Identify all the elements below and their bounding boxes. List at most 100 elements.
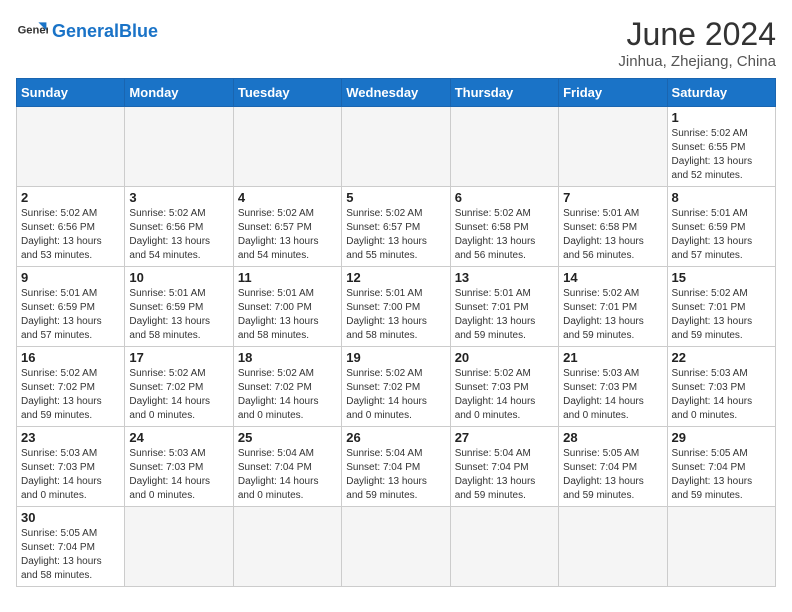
day-cell: 5Sunrise: 5:02 AM Sunset: 6:57 PM Daylig… (342, 187, 450, 267)
day-cell (667, 507, 775, 587)
day-number: 7 (563, 190, 662, 205)
day-cell: 12 Sunrise: 5:01 AM Sunset: 7:00 PM Dayli… (342, 267, 450, 347)
day-cell: 8 Sunrise: 5:01 AM Sunset: 6:59 PM Daylig… (667, 187, 775, 267)
day-number: 1 (672, 110, 771, 125)
week-row-6: 30 Sunrise: 5:05 AM Sunset: 7:04 PM Dayli… (17, 507, 776, 587)
day-cell: 1 Sunrise: 5:02 AM Sunset: 6:55 PM Daylig… (667, 107, 775, 187)
day-number: 3 (129, 190, 228, 205)
day-info: Sunrise: 5:04 AM Sunset: 7:04 PM Dayligh… (455, 447, 554, 503)
day-info: Sunrise: 5:01 AM Sunset: 7:00 PM Dayligh… (346, 287, 445, 343)
day-number: 8 (672, 190, 771, 205)
weekday-header-saturday: Saturday (667, 79, 775, 107)
weekday-header-wednesday: Wednesday (342, 79, 450, 107)
day-number: 16 (21, 350, 120, 365)
weekday-header-sunday: Sunday (17, 79, 125, 107)
day-number: 20 (455, 350, 554, 365)
day-info: Sunrise: 5:03 AM Sunset: 7:03 PM Dayligh… (672, 367, 771, 423)
week-row-4: 16 Sunrise: 5:02 AM Sunset: 7:02 PM Dayli… (17, 347, 776, 427)
day-cell: 27 Sunrise: 5:04 AM Sunset: 7:04 PM Dayli… (450, 427, 558, 507)
day-cell (342, 107, 450, 187)
day-cell: 3 Sunrise: 5:02 AM Sunset: 6:56 PM Daylig… (125, 187, 233, 267)
week-row-3: 9Sunrise: 5:01 AM Sunset: 6:59 PM Daylig… (17, 267, 776, 347)
day-info: Sunrise: 5:03 AM Sunset: 7:03 PM Dayligh… (563, 367, 662, 423)
day-info: Sunrise: 5:05 AM Sunset: 7:04 PM Dayligh… (672, 447, 771, 503)
day-cell (559, 507, 667, 587)
day-number: 4 (238, 190, 337, 205)
weekday-header-monday: Monday (125, 79, 233, 107)
day-info: Sunrise: 5:01 AM Sunset: 6:58 PM Dayligh… (563, 207, 662, 263)
day-cell: 24 Sunrise: 5:03 AM Sunset: 7:03 PM Dayli… (125, 427, 233, 507)
day-cell: 20 Sunrise: 5:02 AM Sunset: 7:03 PM Dayli… (450, 347, 558, 427)
day-number: 24 (129, 430, 228, 445)
day-number: 18 (238, 350, 337, 365)
day-info: Sunrise: 5:01 AM Sunset: 7:00 PM Dayligh… (238, 287, 337, 343)
day-info: Sunrise: 5:02 AM Sunset: 7:03 PM Dayligh… (455, 367, 554, 423)
day-cell: 22Sunrise: 5:03 AM Sunset: 7:03 PM Dayli… (667, 347, 775, 427)
day-info: Sunrise: 5:02 AM Sunset: 6:56 PM Dayligh… (21, 207, 120, 263)
day-info: Sunrise: 5:01 AM Sunset: 6:59 PM Dayligh… (21, 287, 120, 343)
day-info: Sunrise: 5:05 AM Sunset: 7:04 PM Dayligh… (21, 527, 120, 583)
day-cell: 26Sunrise: 5:04 AM Sunset: 7:04 PM Dayli… (342, 427, 450, 507)
day-number: 15 (672, 270, 771, 285)
day-cell: 4Sunrise: 5:02 AM Sunset: 6:57 PM Daylig… (233, 187, 341, 267)
day-cell (125, 107, 233, 187)
day-number: 30 (21, 510, 120, 525)
month-title: June 2024 (618, 16, 776, 53)
day-cell (559, 107, 667, 187)
day-number: 14 (563, 270, 662, 285)
day-cell: 10 Sunrise: 5:01 AM Sunset: 6:59 PM Dayli… (125, 267, 233, 347)
day-info: Sunrise: 5:02 AM Sunset: 7:02 PM Dayligh… (129, 367, 228, 423)
weekday-header-tuesday: Tuesday (233, 79, 341, 107)
day-info: Sunrise: 5:01 AM Sunset: 7:01 PM Dayligh… (455, 287, 554, 343)
day-cell: 13 Sunrise: 5:01 AM Sunset: 7:01 PM Dayli… (450, 267, 558, 347)
day-cell: 23 Sunrise: 5:03 AM Sunset: 7:03 PM Dayli… (17, 427, 125, 507)
day-info: Sunrise: 5:04 AM Sunset: 7:04 PM Dayligh… (238, 447, 337, 503)
day-number: 13 (455, 270, 554, 285)
day-info: Sunrise: 5:03 AM Sunset: 7:03 PM Dayligh… (129, 447, 228, 503)
day-number: 23 (21, 430, 120, 445)
day-info: Sunrise: 5:01 AM Sunset: 6:59 PM Dayligh… (672, 207, 771, 263)
day-info: Sunrise: 5:03 AM Sunset: 7:03 PM Dayligh… (21, 447, 120, 503)
day-number: 27 (455, 430, 554, 445)
day-number: 28 (563, 430, 662, 445)
day-cell (233, 507, 341, 587)
day-cell: 14 Sunrise: 5:02 AM Sunset: 7:01 PM Dayli… (559, 267, 667, 347)
day-info: Sunrise: 5:02 AM Sunset: 7:01 PM Dayligh… (672, 287, 771, 343)
day-cell: 19Sunrise: 5:02 AM Sunset: 7:02 PM Dayli… (342, 347, 450, 427)
day-info: Sunrise: 5:02 AM Sunset: 7:01 PM Dayligh… (563, 287, 662, 343)
day-info: Sunrise: 5:02 AM Sunset: 6:55 PM Dayligh… (672, 127, 771, 183)
day-number: 10 (129, 270, 228, 285)
day-cell: 2 Sunrise: 5:02 AM Sunset: 6:56 PM Daylig… (17, 187, 125, 267)
day-cell: 17 Sunrise: 5:02 AM Sunset: 7:02 PM Dayli… (125, 347, 233, 427)
day-number: 2 (21, 190, 120, 205)
day-number: 6 (455, 190, 554, 205)
day-number: 17 (129, 350, 228, 365)
day-number: 12 (346, 270, 445, 285)
logo-blue: Blue (119, 21, 158, 41)
week-row-5: 23 Sunrise: 5:03 AM Sunset: 7:03 PM Dayli… (17, 427, 776, 507)
day-number: 19 (346, 350, 445, 365)
day-cell (450, 107, 558, 187)
day-info: Sunrise: 5:01 AM Sunset: 6:59 PM Dayligh… (129, 287, 228, 343)
day-cell: 16 Sunrise: 5:02 AM Sunset: 7:02 PM Dayli… (17, 347, 125, 427)
day-number: 29 (672, 430, 771, 445)
week-row-2: 2 Sunrise: 5:02 AM Sunset: 6:56 PM Daylig… (17, 187, 776, 267)
day-cell (450, 507, 558, 587)
day-cell: 28Sunrise: 5:05 AM Sunset: 7:04 PM Dayli… (559, 427, 667, 507)
calendar-table: SundayMondayTuesdayWednesdayThursdayFrid… (16, 78, 776, 587)
title-block: June 2024 Jinhua, Zhejiang, China (618, 16, 776, 70)
day-cell: 6Sunrise: 5:02 AM Sunset: 6:58 PM Daylig… (450, 187, 558, 267)
day-cell (233, 107, 341, 187)
day-cell: 29 Sunrise: 5:05 AM Sunset: 7:04 PM Dayli… (667, 427, 775, 507)
day-number: 21 (563, 350, 662, 365)
day-info: Sunrise: 5:02 AM Sunset: 7:02 PM Dayligh… (21, 367, 120, 423)
day-info: Sunrise: 5:02 AM Sunset: 6:56 PM Dayligh… (129, 207, 228, 263)
day-info: Sunrise: 5:02 AM Sunset: 6:57 PM Dayligh… (346, 207, 445, 263)
day-cell: 9Sunrise: 5:01 AM Sunset: 6:59 PM Daylig… (17, 267, 125, 347)
weekday-header-row: SundayMondayTuesdayWednesdayThursdayFrid… (17, 79, 776, 107)
logo-general: General (52, 21, 119, 41)
weekday-header-friday: Friday (559, 79, 667, 107)
page-header: General GeneralBlue June 2024 Jinhua, Zh… (16, 16, 776, 70)
day-cell: 11Sunrise: 5:01 AM Sunset: 7:00 PM Dayli… (233, 267, 341, 347)
day-cell: 30 Sunrise: 5:05 AM Sunset: 7:04 PM Dayli… (17, 507, 125, 587)
